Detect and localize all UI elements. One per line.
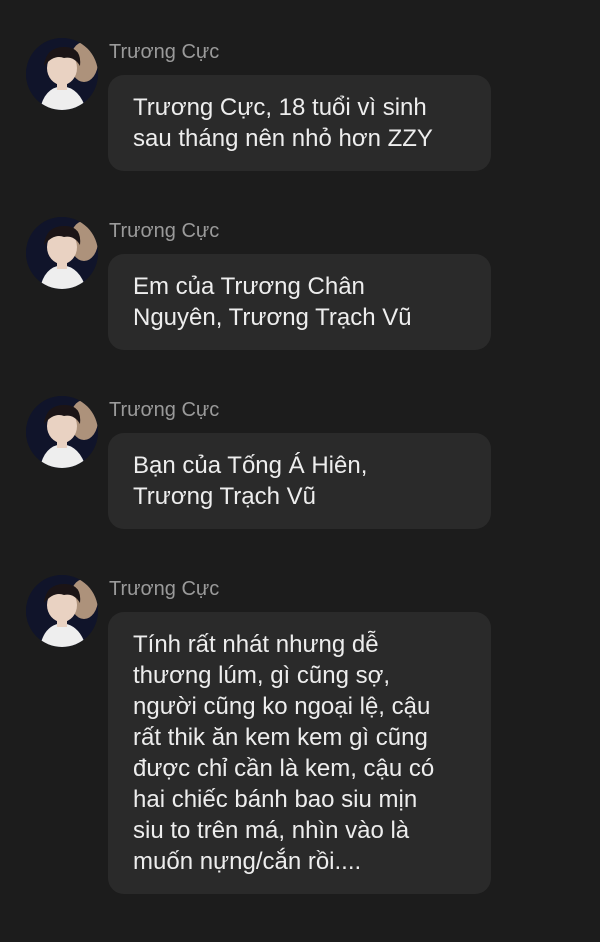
message-bubble[interactable]: Tính rất nhát nhưng dễ thương lúm, gì cũ… [108, 612, 491, 894]
message-text: rất thik ăn kem kem gì cũng [133, 724, 428, 751]
message-text: được chỉ cần là kem, cậu có [133, 755, 435, 782]
message-bubble[interactable]: Trương Cực, 18 tuổi vì sinh sau tháng nê… [108, 75, 491, 171]
avatar[interactable] [26, 396, 98, 468]
message-text: siu to trên má, nhìn vào là [133, 817, 410, 844]
message-text: Nguyên, Trương Trạch Vũ [133, 304, 412, 331]
message-text: Trương Trạch Vũ [133, 483, 316, 510]
profile-photo-icon [26, 217, 98, 289]
message-text: Tính rất nhát nhưng dễ [133, 631, 379, 658]
chat-thread: Trương Cực Trương Cực, 18 tuổi vì sinh s… [0, 0, 600, 942]
message-text: sau tháng nên nhỏ hơn ZZY [133, 125, 433, 152]
message-text: thương lúm, gì cũng sợ, [133, 662, 390, 689]
message-text: muốn nựng/cắn rồi.... [133, 848, 362, 875]
message-text: Bạn của Tống Á Hiên, [133, 452, 368, 479]
profile-photo-icon [26, 396, 98, 468]
message-text: Trương Cực, 18 tuổi vì sinh [133, 94, 427, 121]
message-text: người cũng ko ngoại lệ, cậu [133, 693, 431, 720]
message-bubble[interactable]: Bạn của Tống Á Hiên, Trương Trạch Vũ [108, 433, 491, 529]
message-text: hai chiếc bánh bao siu mịn [133, 786, 418, 813]
profile-photo-icon [26, 575, 98, 647]
profile-photo-icon [26, 38, 98, 110]
message-bubble[interactable]: Em của Trương Chân Nguyên, Trương Trạch … [108, 254, 491, 350]
avatar[interactable] [26, 575, 98, 647]
avatar[interactable] [26, 38, 98, 110]
sender-name: Trương Cực [109, 578, 220, 600]
sender-name: Trương Cực [109, 220, 220, 242]
sender-name: Trương Cực [109, 399, 220, 421]
message-text: Em của Trương Chân [133, 273, 365, 300]
avatar[interactable] [26, 217, 98, 289]
sender-name: Trương Cực [109, 41, 220, 63]
